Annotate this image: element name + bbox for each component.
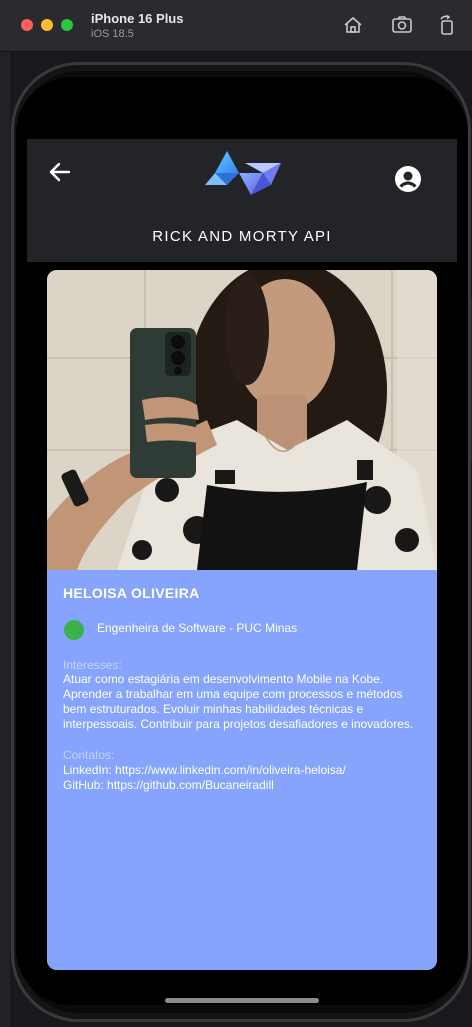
github-link[interactable]: GitHub: https://github.com/Bucaneiradill bbox=[63, 778, 428, 793]
contacts-label: Contatos: bbox=[63, 748, 115, 762]
profile-photo bbox=[47, 270, 437, 570]
profile-card: HELOISA OLIVEIRA Engenheira de Software … bbox=[47, 270, 437, 970]
account-circle-icon[interactable] bbox=[394, 165, 422, 193]
home-icon[interactable] bbox=[342, 14, 364, 36]
interests-text: Atuar como estagiária em desenvolvimento… bbox=[63, 672, 428, 732]
zoom-window-button[interactable] bbox=[61, 19, 73, 31]
window-edge bbox=[0, 52, 10, 1027]
close-window-button[interactable] bbox=[21, 19, 33, 31]
simulator-toolbar: iPhone 16 Plus iOS 18.5 bbox=[0, 0, 472, 52]
interests-line: interpessoais. Contribuir para projetos … bbox=[63, 717, 414, 731]
profile-role: Engenheira de Software - PUC Minas bbox=[97, 621, 298, 635]
device-name: iPhone 16 Plus bbox=[91, 11, 184, 26]
camera-icon[interactable] bbox=[391, 14, 413, 36]
contacts-list: LinkedIn: https://www.linkedin.com/in/ol… bbox=[63, 763, 428, 793]
interests-label: Interesses: bbox=[63, 658, 122, 672]
minimize-window-button[interactable] bbox=[41, 19, 53, 31]
rotate-icon[interactable] bbox=[436, 14, 458, 36]
interests-line: Aprender a trabalhar em uma equipe com p… bbox=[63, 687, 403, 701]
interests-line: bem estruturados. Evoluir minhas habilid… bbox=[63, 702, 364, 716]
app-header: RICK AND MORTY API bbox=[27, 139, 457, 262]
interests-line: Atuar como estagiária em desenvolvimento… bbox=[63, 672, 384, 686]
profile-details: HELOISA OLIVEIRA Engenheira de Software … bbox=[47, 570, 437, 970]
home-indicator[interactable] bbox=[165, 998, 319, 1003]
os-version: iOS 18.5 bbox=[91, 28, 134, 40]
app-logo bbox=[201, 149, 285, 207]
app-title: RICK AND MORTY API bbox=[152, 228, 332, 245]
profile-name: HELOISA OLIVEIRA bbox=[63, 585, 200, 601]
status-indicator bbox=[64, 620, 84, 640]
linkedin-link[interactable]: LinkedIn: https://www.linkedin.com/in/ol… bbox=[63, 763, 428, 778]
arrow-left-icon[interactable] bbox=[47, 159, 73, 185]
